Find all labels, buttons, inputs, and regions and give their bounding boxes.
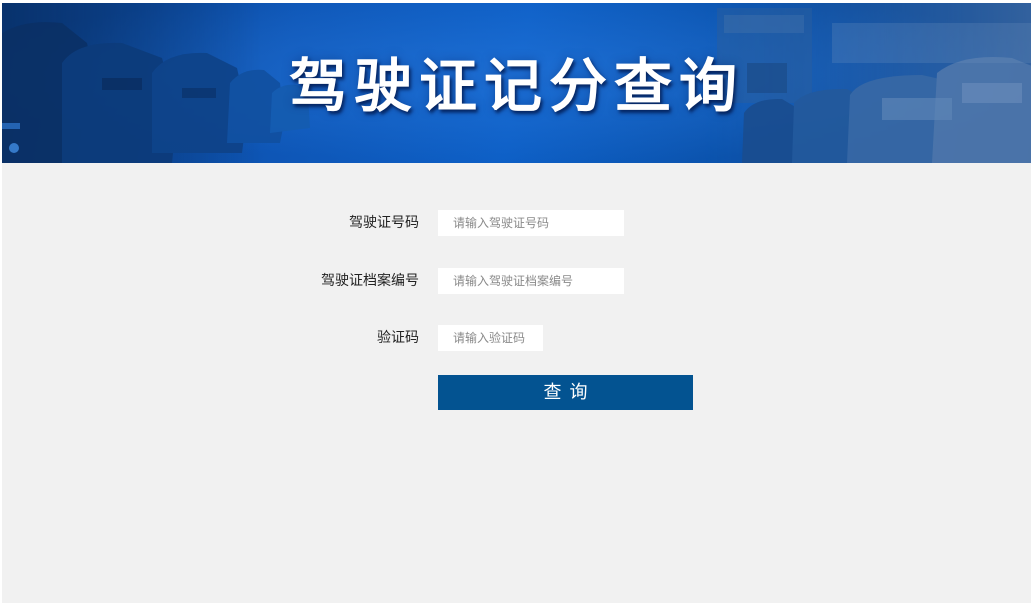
header-banner: 驾驶证记分查询 <box>2 3 1031 163</box>
query-button[interactable]: 查询 <box>438 375 693 410</box>
page-frame: 驾驶证记分查询 驾驶证号码 驾驶证档案编号 验证码 查询 <box>2 3 1031 603</box>
license-number-label: 驾驶证号码 <box>349 215 419 231</box>
captcha-input[interactable] <box>438 325 543 351</box>
captcha-label: 验证码 <box>377 330 419 346</box>
license-number-input[interactable] <box>438 210 624 236</box>
page-title: 驾驶证记分查询 <box>288 52 744 120</box>
file-number-row: 驾驶证档案编号 <box>2 268 1031 294</box>
license-number-row: 驾驶证号码 <box>2 210 1031 236</box>
file-number-input[interactable] <box>438 268 624 294</box>
captcha-row: 验证码 <box>2 325 1031 351</box>
file-number-label: 驾驶证档案编号 <box>321 273 419 289</box>
